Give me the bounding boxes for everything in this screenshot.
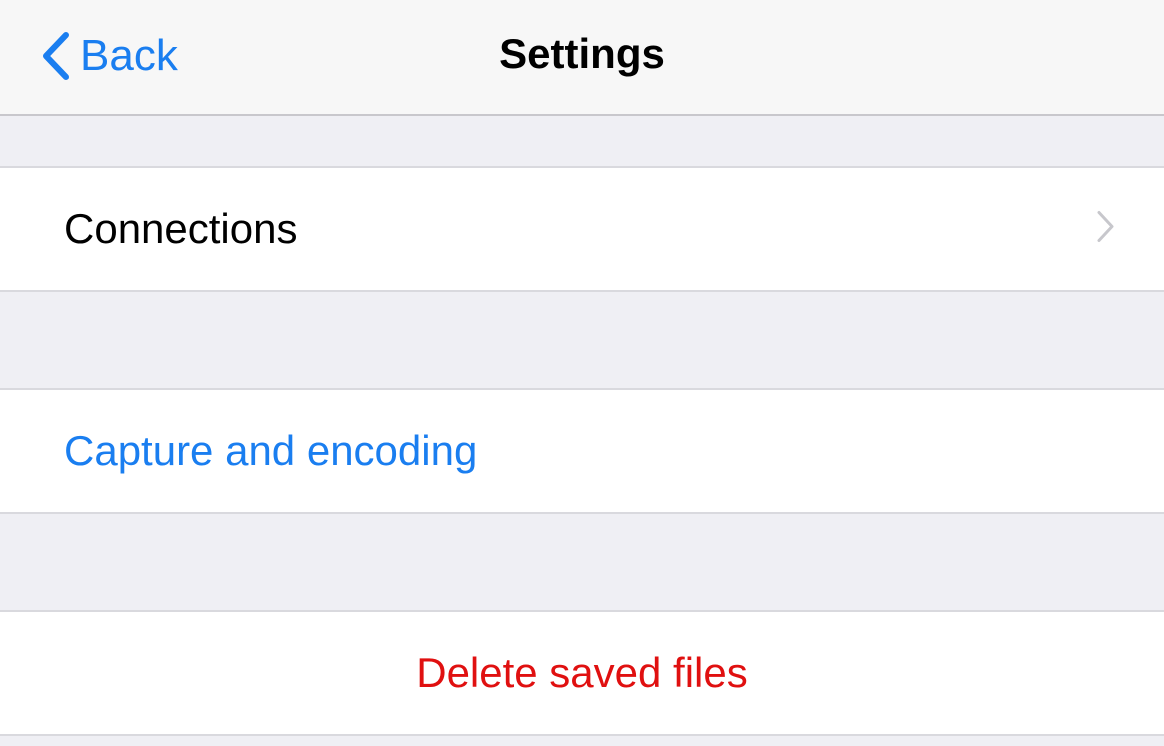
navigation-bar: Back Settings (0, 0, 1164, 116)
delete-saved-files-label: Delete saved files (416, 649, 748, 696)
capture-and-encoding-row[interactable]: Capture and encoding (0, 388, 1164, 514)
connections-row[interactable]: Connections (0, 166, 1164, 292)
page-title: Settings (499, 30, 665, 77)
capture-and-encoding-label: Capture and encoding (64, 427, 478, 474)
connections-label: Connections (64, 205, 298, 252)
chevron-right-icon (1096, 210, 1116, 249)
delete-saved-files-button[interactable]: Delete saved files (0, 610, 1164, 736)
settings-screen: Back Settings Connections Capture and en… (0, 0, 1164, 746)
